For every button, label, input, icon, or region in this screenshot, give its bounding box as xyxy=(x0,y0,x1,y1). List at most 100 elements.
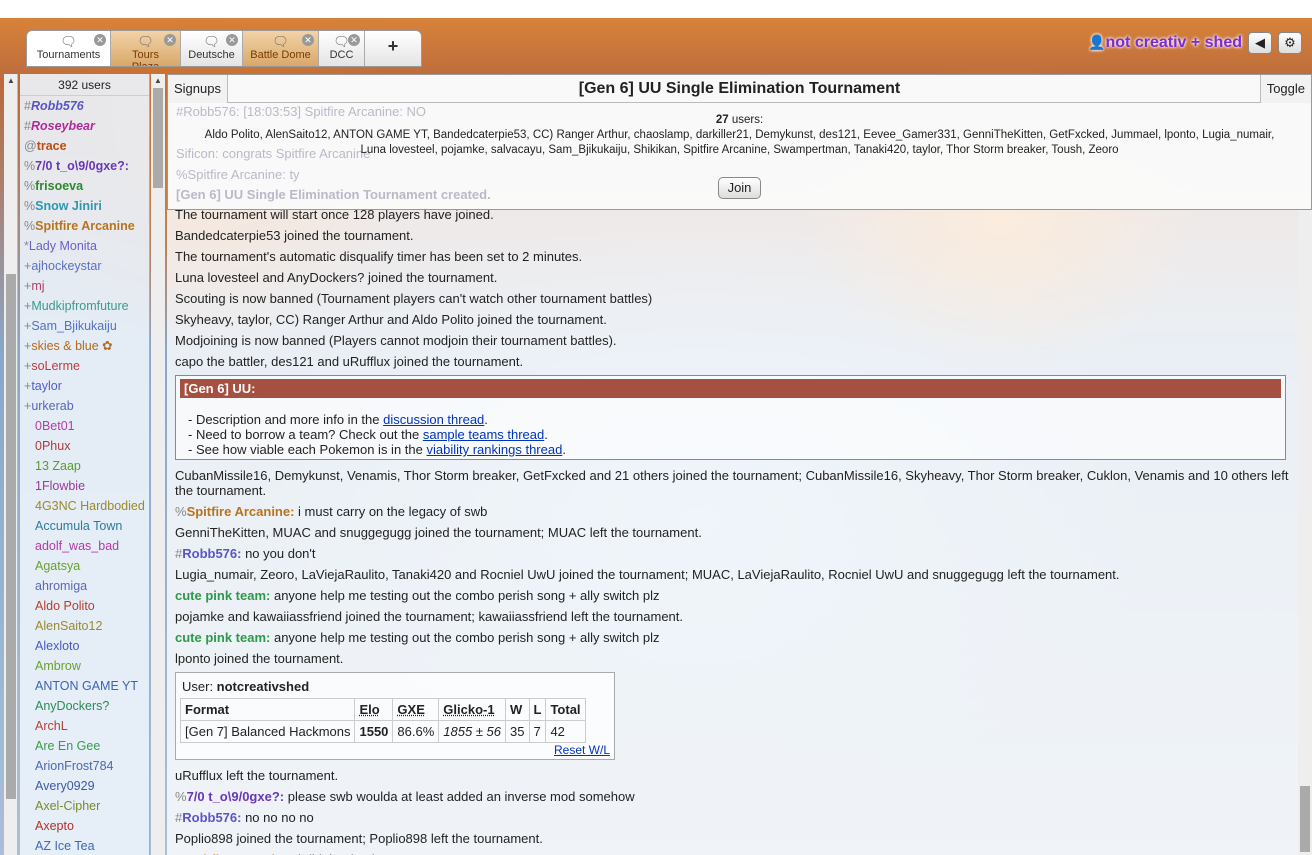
user-menu[interactable]: 👤not creativ + shed xyxy=(1088,34,1242,52)
user-list-item[interactable]: Axepto xyxy=(20,816,149,836)
add-tab-button[interactable]: + xyxy=(365,31,421,66)
user-list-item[interactable]: 0Bet01 xyxy=(20,416,149,436)
user-list-item[interactable]: ANTON GAME YT xyxy=(20,676,149,696)
username-label: not creativ + shed xyxy=(1105,34,1243,51)
close-icon[interactable]: ✕ xyxy=(164,34,176,46)
user-list-item[interactable]: 4G3NC Hardbodied xyxy=(20,496,149,516)
user-name: frisoeva xyxy=(35,179,84,193)
message-text: no no no no xyxy=(241,810,314,825)
chat-message: Modjoining is now banned (Players cannot… xyxy=(175,333,617,348)
user-name: ajhockeystar xyxy=(31,259,102,273)
scroll-up-icon[interactable]: ▲ xyxy=(154,76,162,85)
user-icon: 👤 xyxy=(1088,34,1106,50)
user-list-item[interactable]: +soLerme xyxy=(20,356,149,376)
tab-tournaments[interactable]: 🗨 Tournaments ✕ xyxy=(27,31,111,66)
user-list-item[interactable]: +Sam_Bjikukaiju xyxy=(20,316,149,336)
user-list-item[interactable]: Avery0929 xyxy=(20,776,149,796)
user-name: ArchL xyxy=(35,719,68,733)
user-list-item[interactable]: @trace xyxy=(20,136,149,156)
user-name: mj xyxy=(31,279,45,293)
user-name: ANTON GAME YT xyxy=(35,679,139,693)
user-list-item[interactable]: #Robb576 xyxy=(20,96,149,116)
join-button[interactable]: Join xyxy=(718,177,761,199)
user-list-item[interactable]: %Spitfire Arcanine xyxy=(20,216,149,236)
user-list-item[interactable]: Are En Gee xyxy=(20,736,149,756)
sender-name[interactable]: Spitfire Arcanine: xyxy=(187,504,295,519)
user-list-scrollbar[interactable]: ▲ xyxy=(151,74,165,855)
user-name: 0Phux xyxy=(35,439,71,453)
user-list-item[interactable]: %frisoeva xyxy=(20,176,149,196)
infobox-header: [Gen 6] UU: xyxy=(180,379,1281,398)
user-list-item[interactable]: AnyDockers? xyxy=(20,696,149,716)
sender-name[interactable]: Robb576: xyxy=(182,810,241,825)
tab-dcc[interactable]: 🗨 DCC ✕ xyxy=(319,31,365,66)
table-cell: 86.6% xyxy=(392,720,440,743)
sender-name[interactable]: 7/0 t_o\9/0gxe?: xyxy=(187,789,285,804)
speaker-icon[interactable]: ◀ xyxy=(1248,32,1272,54)
chat-scrollbar[interactable] xyxy=(1298,210,1312,855)
rank-table: Format Elo GXE Glicko-1 W L Total [Gen 7] Bala… xyxy=(179,698,586,743)
discussion-thread-link[interactable]: discussion thread xyxy=(383,412,484,427)
table-cell: 7 xyxy=(528,720,547,743)
user-list-item[interactable]: +Mudkipfromfuture xyxy=(20,296,149,316)
user-list-item[interactable]: Accumula Town xyxy=(20,516,149,536)
user-list-item[interactable]: *Lady Monita xyxy=(20,236,149,256)
user-bar: 👤not creativ + shed ◀ ⚙ xyxy=(1088,32,1302,54)
scroll-thumb[interactable] xyxy=(153,88,163,188)
scroll-thumb[interactable] xyxy=(1300,786,1310,852)
toggle-button[interactable]: Toggle xyxy=(1259,75,1311,103)
table-header: Elo xyxy=(354,698,394,721)
close-icon[interactable]: ✕ xyxy=(302,34,314,46)
chat-message: %Spitfire Arcanine: i must carry on the … xyxy=(175,504,1295,519)
user-name: Agatsya xyxy=(35,559,81,573)
user-list-item[interactable]: AlenSaito12 xyxy=(20,616,149,636)
user-list-item[interactable]: %Snow Jiniri xyxy=(20,196,149,216)
user-list-item[interactable]: +skies & blue ✿ xyxy=(20,336,149,356)
user-rank: @ xyxy=(24,139,37,153)
user-list-item[interactable]: ArchL xyxy=(20,716,149,736)
user-list-item[interactable]: ahromiga xyxy=(20,576,149,596)
user-list-item[interactable]: 13 Zaap xyxy=(20,456,149,476)
close-icon[interactable]: ✕ xyxy=(226,34,238,46)
page-scrollbar[interactable]: ▲ xyxy=(4,74,18,855)
tab-label: Tournaments xyxy=(36,49,101,61)
faded-message: %Spitfire Arcanine: ty xyxy=(176,167,300,182)
gear-icon[interactable]: ⚙ xyxy=(1278,32,1302,54)
user-list-item[interactable]: +ajhockeystar xyxy=(20,256,149,276)
tab-battle-dome[interactable]: 🗨 Battle Dome ✕ xyxy=(243,31,319,66)
user-list-item[interactable]: #Roseybear xyxy=(20,116,149,136)
sample-teams-link[interactable]: sample teams thread xyxy=(423,427,544,442)
tab-deutsche[interactable]: 🗨 Deutsche ✕ xyxy=(181,31,243,66)
user-list-item[interactable]: Axel-Cipher xyxy=(20,796,149,816)
table-header: L xyxy=(528,698,547,721)
scroll-up-icon[interactable]: ▲ xyxy=(7,76,15,85)
sender-name[interactable]: cute pink team: xyxy=(175,630,270,645)
scroll-thumb[interactable] xyxy=(6,274,16,799)
close-icon[interactable]: ✕ xyxy=(348,34,360,46)
table-header: GXE xyxy=(392,698,440,721)
close-icon[interactable]: ✕ xyxy=(94,34,106,46)
message-text: anyone help me testing out the combo per… xyxy=(270,588,660,603)
user-list-item[interactable]: %7/0 t_o\9/0gxe?: xyxy=(20,156,149,176)
infobox-line: - See how viable each Pokemon is in the … xyxy=(188,442,566,457)
user-list-item[interactable]: Agatsya xyxy=(20,556,149,576)
user-list-item[interactable]: 1Flowbie xyxy=(20,476,149,496)
viability-rankings-link[interactable]: viability rankings thread xyxy=(426,442,562,457)
user-list-item[interactable]: +urkerab xyxy=(20,396,149,416)
chat-message: Scouting is now banned (Tournament playe… xyxy=(175,291,653,306)
tab-tours-plaza[interactable]: 🗨 Tours Plaza ✕ xyxy=(111,31,181,66)
user-list-item[interactable]: adolf_was_bad xyxy=(20,536,149,556)
user-list-item[interactable]: +mj xyxy=(20,276,149,296)
user-list-item[interactable]: ArionFrost784 xyxy=(20,756,149,776)
user-list-item[interactable]: AZ Ice Tea xyxy=(20,836,149,855)
tournament-users-line: Luna lovesteel, pojamke, salvacayu, Sam_… xyxy=(360,144,1119,156)
user-list-item[interactable]: Alexloto xyxy=(20,636,149,656)
user-list-item[interactable]: +taylor xyxy=(20,376,149,396)
reset-wl-link[interactable]: Reset W/L xyxy=(554,743,610,757)
sender-name[interactable]: Robb576: xyxy=(182,546,241,561)
user-list-item[interactable]: Aldo Polito xyxy=(20,596,149,616)
user-list-item[interactable]: 0Phux xyxy=(20,436,149,456)
chat-message: #Robb576: no no no no xyxy=(175,810,1295,825)
user-list-item[interactable]: Ambrow xyxy=(20,656,149,676)
sender-name[interactable]: cute pink team: xyxy=(175,588,270,603)
